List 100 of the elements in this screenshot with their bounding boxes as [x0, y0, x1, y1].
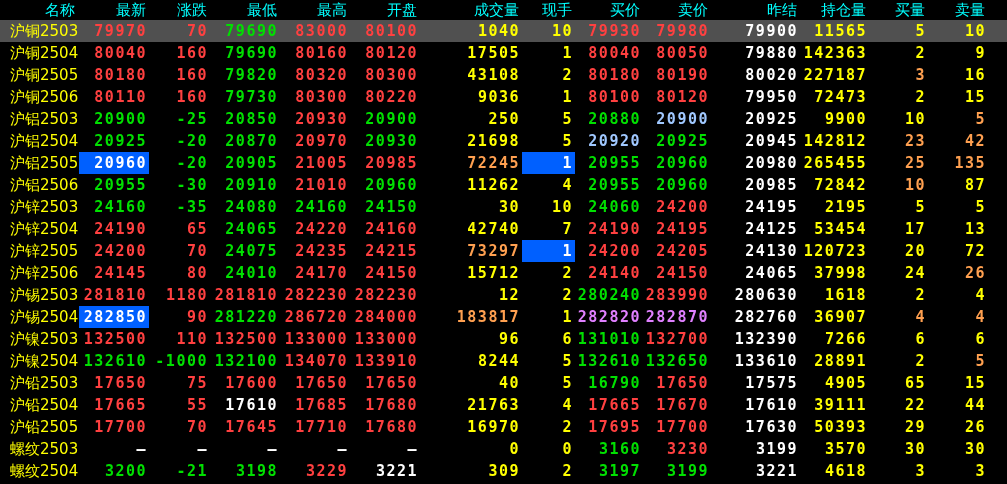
quote-value: 79820 — [225, 66, 278, 84]
quote-row[interactable]: 沪锌2505 24200 70 24075 24235 24215 73297 1 24200 24205 24130 120723 20 72 — [0, 240, 1007, 262]
quote-value: 250 — [488, 110, 520, 128]
quote-value: 5 — [562, 374, 573, 392]
quote-value: 17665 — [94, 396, 147, 414]
quote-row[interactable]: 沪铅2505 17700 70 17645 17710 17680 16970 2 17695 17700 17630 50393 29 26 — [0, 416, 1007, 438]
quote-row[interactable]: 沪锡2504 282850 90 281220 286720 284000 183817 1 282820 282870 282760 36907 4 4 — [0, 306, 1007, 328]
quote-value: 17710 — [295, 418, 348, 436]
quote-row[interactable]: 沪铜2503 79970 70 79690 83000 80100 1040 10 79930 79980 79900 11565 5 10 — [0, 20, 1007, 42]
quote-value: 160 — [176, 44, 208, 62]
quote-row[interactable]: 螺纹2504 3200 -21 3198 3229 3221 309 2 3197 3199 3221 4618 3 3 — [0, 460, 1007, 482]
quote-value: 284000 — [354, 308, 418, 326]
quote-row[interactable]: 沪锌2503 24160 -35 24080 24160 24150 30 10 24060 24200 24195 2195 5 5 — [0, 196, 1007, 218]
quote-value: 80180 — [588, 66, 641, 84]
column-header[interactable]: 买价 — [575, 0, 643, 20]
quote-row[interactable]: 沪铅2503 17650 75 17600 17650 17650 40 5 16790 17650 17575 4905 65 15 — [0, 372, 1007, 394]
quote-value: 8244 — [477, 352, 520, 370]
quote-row[interactable]: 沪镍2503 132500 110 132500 133000 133000 96 6 131010 132700 132390 7266 6 6 — [0, 328, 1007, 350]
column-header[interactable]: 最高 — [280, 0, 350, 20]
quote-value: 17 — [904, 220, 926, 238]
quote-value: 20925 — [94, 132, 147, 150]
quote-value: 80 — [186, 264, 208, 282]
quote-value: 3160 — [598, 440, 641, 458]
quote-value: 24150 — [365, 198, 418, 216]
quote-row[interactable]: 沪铝2505 20960 -20 20905 21005 20985 72245 1 20955 20960 20980 265455 25 135 — [0, 152, 1007, 174]
quote-value: 4905 — [824, 374, 867, 392]
quote-value: 80120 — [656, 88, 709, 106]
quote-value: 281810 — [83, 286, 147, 304]
column-header[interactable]: 昨结 — [711, 0, 800, 20]
contract-name: 沪镍2504 — [9, 351, 79, 372]
quote-value: 42 — [964, 132, 986, 150]
quote-row[interactable]: 沪铝2504 20925 -20 20870 20970 20930 21698 5 20920 20925 20945 142812 23 42 — [0, 130, 1007, 152]
quote-value: 79980 — [656, 22, 709, 40]
quote-row[interactable]: 沪铜2504 80040 160 79690 80160 80120 17505 1 80040 80050 79880 142363 2 9 — [0, 42, 1007, 64]
contract-name: 沪锡2503 — [9, 285, 79, 306]
quote-value: 20945 — [745, 132, 798, 150]
quote-value: 9036 — [477, 88, 520, 106]
column-header[interactable]: 开盘 — [350, 0, 420, 20]
quote-value: 17600 — [225, 374, 278, 392]
quote-row[interactable]: 沪锌2506 24145 80 24010 24170 24150 15712 2 24140 24150 24065 37998 24 26 — [0, 262, 1007, 284]
quote-row[interactable]: 沪锌2504 24190 65 24065 24220 24160 42740 7 24190 24195 24125 53454 17 13 — [0, 218, 1007, 240]
quote-value: 133610 — [734, 352, 798, 370]
column-header[interactable]: 最低 — [210, 0, 280, 20]
quote-value: 80050 — [656, 44, 709, 62]
quote-value: 24160 — [94, 198, 147, 216]
quote-value: 131010 — [577, 330, 641, 348]
quote-value: 40 — [498, 374, 520, 392]
quote-value: 20870 — [225, 132, 278, 150]
quote-value: 2 — [915, 88, 926, 106]
quote-value: 132650 — [645, 352, 709, 370]
quote-value: 20925 — [745, 110, 798, 128]
quote-value: 17650 — [656, 374, 709, 392]
quote-value: 26 — [964, 264, 986, 282]
quote-row[interactable]: 沪铜2506 80110 160 79730 80300 80220 9036 1 80100 80120 79950 72473 2 15 — [0, 86, 1007, 108]
quote-value: 17670 — [656, 396, 709, 414]
quote-row[interactable]: 沪铜2505 80180 160 79820 80320 80300 43108 2 80180 80190 80020 227187 3 16 — [0, 64, 1007, 86]
column-header[interactable]: 最新 — [79, 0, 149, 20]
quote-value: 13 — [964, 220, 986, 238]
quote-value: 0 — [562, 440, 573, 458]
quote-value: 24125 — [745, 220, 798, 238]
quote-value: 17505 — [467, 44, 520, 62]
quote-row[interactable]: 螺纹2503 — — — — — 0 0 3160 3230 3199 3570 30 30 — [0, 438, 1007, 460]
quote-value: 44 — [964, 396, 986, 414]
quote-value: 20970 — [295, 132, 348, 150]
quote-row[interactable]: 沪铅2504 17665 55 17610 17685 17680 21763 4 17665 17670 17610 39111 22 44 — [0, 394, 1007, 416]
quote-value: 17665 — [588, 396, 641, 414]
contract-name: 螺纹2504 — [9, 461, 79, 482]
quote-value: 17685 — [295, 396, 348, 414]
quote-value: 132390 — [734, 330, 798, 348]
column-header[interactable]: 现手 — [522, 0, 575, 20]
column-header[interactable]: 买量 — [869, 0, 928, 20]
quote-value: 3200 — [104, 462, 147, 480]
quote-row[interactable]: 沪铝2503 20900 -25 20850 20930 20900 250 5 20880 20900 20925 9900 10 5 — [0, 108, 1007, 130]
quote-value: 20960 — [656, 154, 709, 172]
column-header[interactable]: 名称 — [0, 0, 79, 20]
quote-value: 72245 — [467, 154, 520, 172]
quote-value: 3570 — [824, 440, 867, 458]
quote-value: 2 — [562, 66, 573, 84]
contract-name: 沪镍2503 — [9, 329, 79, 350]
quote-value: 10 — [551, 198, 573, 216]
column-header[interactable]: 持仓量 — [800, 0, 869, 20]
quote-value: 24060 — [588, 198, 641, 216]
quote-row[interactable]: 沪镍2504 132610 -1000 132100 134070 133910 8244 5 132610 132650 133610 28891 2 5 — [0, 350, 1007, 372]
quote-value: 17610 — [225, 396, 278, 414]
quote-value: 55 — [186, 396, 208, 414]
quote-value: 24200 — [656, 198, 709, 216]
column-header[interactable]: 成交量 — [420, 0, 522, 20]
quote-value: 42740 — [467, 220, 520, 238]
column-header[interactable]: 涨跌 — [149, 0, 210, 20]
quote-value: 70 — [186, 22, 208, 40]
quote-value: 7266 — [824, 330, 867, 348]
quote-value: 280240 — [577, 286, 641, 304]
quote-value: 0 — [509, 440, 520, 458]
column-header[interactable]: 卖价 — [643, 0, 711, 20]
quote-value: 50393 — [814, 418, 867, 436]
column-header[interactable]: 卖量 — [928, 0, 988, 20]
quote-value: 135 — [954, 154, 986, 172]
quote-row[interactable]: 沪锡2503 281810 1180 281810 282230 282230 12 2 280240 283990 280630 1618 2 4 — [0, 284, 1007, 306]
quote-value: — — [136, 440, 147, 458]
quote-row[interactable]: 沪铝2506 20955 -30 20910 21010 20960 11262 4 20955 20960 20985 72842 10 87 — [0, 174, 1007, 196]
